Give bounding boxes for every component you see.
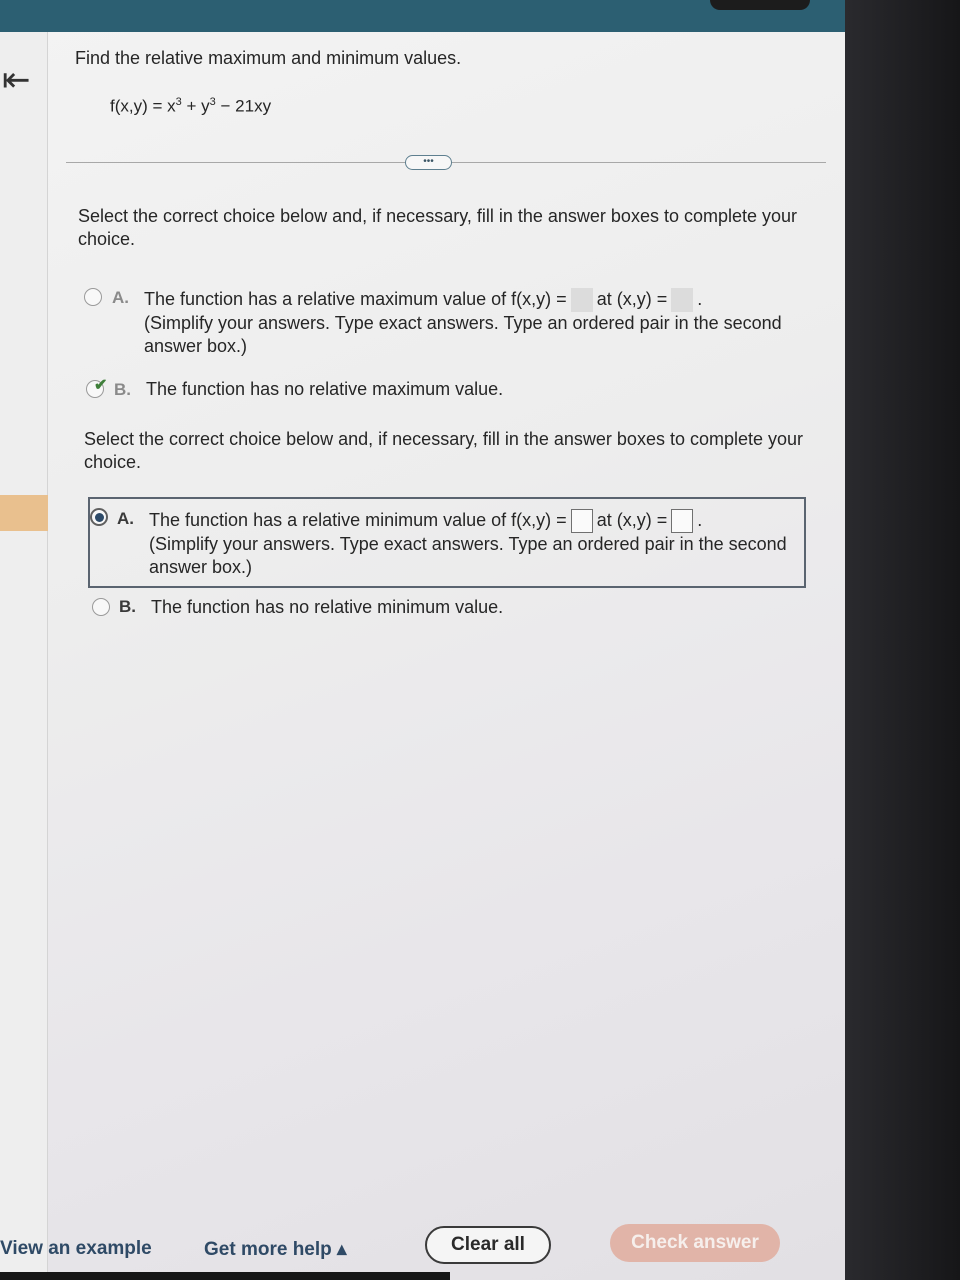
q2-option-a-note: (Simplify your answers. Type exact answe… (149, 534, 787, 578)
q2-min-point-input[interactable] (671, 509, 694, 534)
q1-option-b-letter: B. (114, 380, 131, 399)
q1-option-b-text: The function has no relative maximum val… (146, 379, 504, 399)
more-button[interactable]: ••• (405, 155, 452, 170)
q2-option-a-text: The function has a relative minimum valu… (149, 509, 799, 579)
q1-max-value-box[interactable] (570, 288, 593, 313)
q1-instruction: Select the correct choice below and, if … (78, 206, 798, 249)
q2-option-b-text: The function has no relative minimum val… (151, 597, 504, 617)
left-rail (0, 32, 48, 1280)
q1-option-a-radio[interactable] (84, 288, 102, 306)
problem-title: Find the relative maximum and minimum va… (75, 48, 462, 68)
function-expression: f(x,y) = x3 + y3 − 21xy (110, 96, 272, 116)
q2-option-b-radio[interactable] (92, 598, 110, 616)
q1-option-a-note: (Simplify your answers. Type exact answe… (144, 313, 782, 357)
get-more-help-link[interactable]: Get more help ▴ (204, 1238, 347, 1261)
screen-bezel (845, 0, 960, 1280)
check-answer-button[interactable]: Check answer (610, 1224, 780, 1262)
q2-option-a-radio[interactable] (90, 508, 108, 526)
q2-option-a-letter: A. (117, 509, 134, 528)
q2-instruction: Select the correct choice below and, if … (84, 429, 804, 472)
left-arrow-icon[interactable]: ⇤ (2, 60, 31, 100)
q2-option-b-letter: B. (119, 597, 136, 616)
q2-min-value-input[interactable] (570, 509, 593, 534)
q1-max-point-box[interactable] (671, 288, 694, 313)
rail-accent (0, 495, 48, 531)
view-example-link[interactable]: View an example (0, 1238, 152, 1260)
bottom-bar (0, 1272, 450, 1280)
q1-option-a-letter: A. (112, 288, 129, 307)
clear-all-button[interactable]: Clear all (425, 1226, 551, 1264)
q1-option-a-text: The function has a relative maximum valu… (144, 288, 804, 358)
checkmark-icon: ✔ (94, 377, 108, 394)
top-bar-notch (710, 0, 810, 10)
